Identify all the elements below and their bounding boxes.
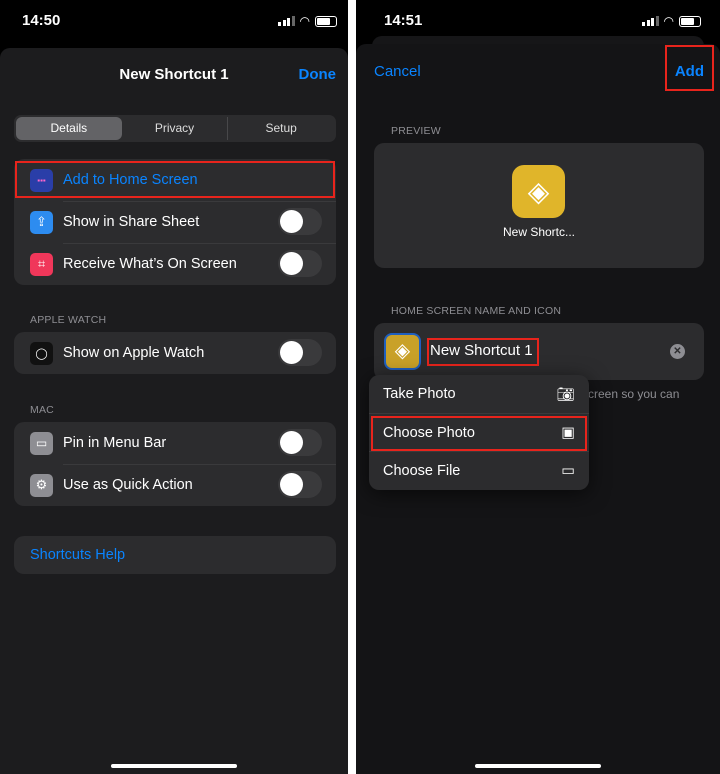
highlight-box bbox=[371, 416, 587, 451]
clear-icon[interactable]: ✕ bbox=[670, 344, 685, 359]
status-time: 14:51 bbox=[384, 12, 423, 29]
menu-item-choose-file[interactable]: Choose File ▭ bbox=[369, 451, 589, 489]
section-header: HOME SCREEN NAME AND ICON bbox=[391, 305, 562, 317]
menu-label: Take Photo bbox=[383, 386, 456, 402]
quick-action-toggle[interactable] bbox=[278, 471, 322, 498]
status-time: 14:50 bbox=[22, 12, 61, 29]
menu-bar-toggle[interactable] bbox=[278, 429, 322, 456]
status-icons: ◠ bbox=[278, 14, 337, 28]
signal-icon bbox=[278, 16, 295, 26]
highlight-box bbox=[427, 338, 539, 366]
battery-icon bbox=[314, 15, 337, 27]
section-header: MAC bbox=[30, 404, 54, 416]
hint-text: creen so you can bbox=[588, 387, 680, 401]
apple-watch-toggle[interactable] bbox=[278, 339, 322, 366]
help-label: Shortcuts Help bbox=[30, 547, 126, 563]
gear-icon: ⚙ bbox=[30, 473, 53, 497]
menu-item-take-photo[interactable]: Take Photo 📷︎ bbox=[369, 375, 589, 413]
highlight-box bbox=[15, 161, 335, 198]
show-in-share-sheet-row: ⇪ Show in Share Sheet bbox=[14, 201, 336, 243]
row-label: Pin in Menu Bar bbox=[63, 435, 167, 451]
quick-action-row: ⚙ Use as Quick Action bbox=[14, 464, 336, 506]
wifi-icon: ◠ bbox=[299, 14, 310, 28]
shortcuts-help-link[interactable]: Shortcuts Help bbox=[14, 536, 336, 574]
share-icon: ⇪ bbox=[30, 210, 53, 234]
name-row: ◈ New Shortcut 1 ✕ bbox=[374, 323, 704, 380]
show-on-apple-watch-row: ◯ Show on Apple Watch bbox=[14, 332, 336, 374]
mac-group: ▭ Pin in Menu Bar ⚙ Use as Quick Action bbox=[14, 422, 336, 506]
tab-setup[interactable]: Setup bbox=[227, 117, 334, 140]
shortcut-icon: ◈ bbox=[512, 165, 565, 218]
home-indicator bbox=[111, 764, 237, 768]
receive-on-screen-toggle[interactable] bbox=[278, 250, 322, 277]
row-label: Show on Apple Watch bbox=[63, 345, 205, 361]
signal-icon bbox=[642, 16, 659, 26]
preview-name: New Shortc... bbox=[502, 225, 576, 239]
tab-privacy[interactable]: Privacy bbox=[122, 117, 228, 140]
wifi-icon: ◠ bbox=[663, 14, 674, 28]
camera-icon: 📷︎ bbox=[556, 386, 575, 403]
icon-picker-button[interactable]: ◈ bbox=[384, 333, 421, 370]
row-label: Use as Quick Action bbox=[63, 477, 193, 493]
screen-scan-icon: ⌗ bbox=[30, 252, 53, 276]
apple-watch-icon: ◯ bbox=[30, 341, 53, 365]
pin-in-menu-bar-row: ▭ Pin in Menu Bar bbox=[14, 422, 336, 464]
battery-icon bbox=[678, 15, 701, 27]
receive-on-screen-row: ⌗ Receive What’s On Screen bbox=[14, 243, 336, 285]
cancel-button[interactable]: Cancel bbox=[374, 63, 421, 80]
folder-icon: ▭ bbox=[561, 462, 575, 479]
row-label: Receive What’s On Screen bbox=[63, 256, 237, 272]
done-button[interactable]: Done bbox=[299, 66, 337, 83]
preview-card: ◈ New Shortc... bbox=[374, 143, 704, 268]
home-indicator bbox=[475, 764, 601, 768]
page-title: New Shortcut 1 bbox=[119, 66, 229, 83]
row-label: Show in Share Sheet bbox=[63, 214, 200, 230]
left-screen: 14:50 ◠ New Shortcut 1 Done Details Priv… bbox=[0, 0, 348, 774]
section-header: PREVIEW bbox=[391, 125, 441, 137]
share-sheet-toggle[interactable] bbox=[278, 208, 322, 235]
apple-watch-group: ◯ Show on Apple Watch bbox=[14, 332, 336, 374]
menu-bar-icon: ▭ bbox=[30, 431, 53, 455]
segmented-tabs: Details Privacy Setup bbox=[14, 115, 336, 142]
highlight-box bbox=[665, 45, 714, 91]
menu-label: Choose File bbox=[383, 462, 461, 479]
section-header: APPLE WATCH bbox=[30, 314, 107, 326]
status-icons: ◠ bbox=[642, 14, 701, 28]
tab-details[interactable]: Details bbox=[16, 117, 122, 140]
right-screen: 14:51 ◠ Cancel Add PREVIEW ◈ New Shortc.… bbox=[356, 0, 720, 774]
